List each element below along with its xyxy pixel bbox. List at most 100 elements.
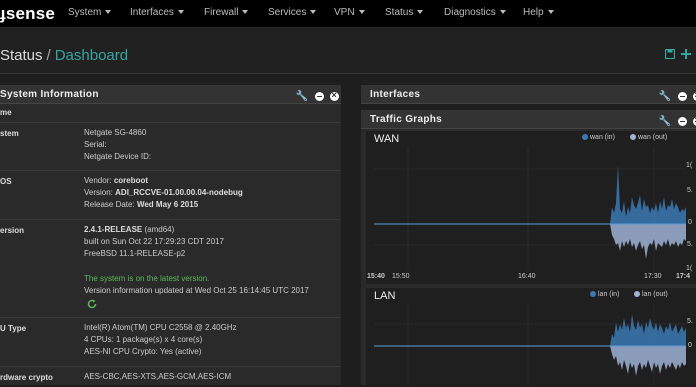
- y-tick: 1(: [686, 162, 693, 169]
- panel-title: System Information: [0, 89, 99, 100]
- y-tick: 5.: [687, 241, 693, 248]
- row-label: ersion: [0, 226, 25, 235]
- wrench-icon[interactable]: 🔧: [659, 116, 671, 127]
- wan-graph: WAN wan (in) wan (out) 1( 5. 0 5. 1( 15:…: [366, 131, 696, 284]
- chevron-down-icon: [310, 10, 317, 15]
- built-text: built on Sun Oct 22 17:29:23 CDT 2017: [84, 237, 224, 246]
- chevron-down-icon: [499, 10, 506, 15]
- wan-in-area: [610, 165, 686, 224]
- legend-dot-in: [582, 134, 588, 141]
- legend-wan-in[interactable]: wan (in): [582, 134, 615, 141]
- graph-title: LAN: [374, 290, 396, 302]
- row-name: me: [0, 104, 340, 123]
- minimize-icon[interactable]: [314, 92, 324, 102]
- breadcrumb-separator: /: [46, 47, 51, 64]
- panel-title: Traffic Graphs: [370, 114, 442, 125]
- system-information-panel: System Information 🔧 me stem Netgate SG-…: [0, 85, 341, 385]
- update-time-text: Version information updated at Wed Oct 2…: [84, 286, 309, 295]
- legend-lan-out[interactable]: lan (out): [634, 291, 668, 298]
- nav-help[interactable]: Help: [523, 7, 554, 18]
- vendor-line: Vendor: coreboot: [84, 176, 149, 185]
- lan-in-area: [610, 314, 686, 346]
- nav-status[interactable]: Status: [385, 7, 424, 18]
- minimize-icon[interactable]: [677, 117, 687, 127]
- x-tick: 15:50: [392, 273, 410, 280]
- interfaces-panel: Interfaces 🔧: [361, 85, 696, 104]
- device-id-text: Netgate Device ID:: [84, 152, 152, 161]
- panel-controls: 🔧: [296, 88, 339, 102]
- breadcrumb: Status / Dashboard: [0, 47, 128, 64]
- chevron-down-icon: [242, 10, 249, 15]
- chevron-down-icon: [417, 10, 424, 15]
- model-text: Netgate SG-4860: [84, 128, 147, 137]
- brand-logo[interactable]: ɟsense: [0, 4, 55, 24]
- wan-out-area: [610, 224, 686, 259]
- legend-dot-in: [590, 291, 596, 298]
- top-navbar: ɟsense System Interfaces Firewall Servic…: [0, 0, 696, 27]
- chevron-down-icon: [105, 10, 112, 15]
- y-tick: 5.: [687, 187, 693, 194]
- row-value: Netgate SG-4860 Serial: Netgate Device I…: [84, 127, 151, 163]
- panel-title: Interfaces: [370, 89, 421, 100]
- chevron-down-icon: [358, 10, 365, 15]
- y-tick: 1(: [686, 265, 693, 272]
- chevron-down-icon: [177, 10, 184, 15]
- row-label: OS: [0, 177, 12, 186]
- legend-lan-in[interactable]: lan (in): [590, 291, 619, 298]
- minimize-icon[interactable]: [677, 92, 687, 102]
- breadcrumb-dashboard[interactable]: Dashboard: [55, 47, 128, 64]
- wrench-icon[interactable]: 🔧: [296, 91, 308, 102]
- breadcrumb-status[interactable]: Status: [0, 47, 43, 64]
- save-icon[interactable]: [665, 49, 675, 59]
- row-value: Intel(R) Atom(TM) CPU C2558 @ 2.40GHz 4 …: [84, 322, 237, 358]
- freebsd-text: FreeBSD 11.1-RELEASE-p2: [84, 249, 186, 258]
- row-bios: OS Vendor: coreboot Version: ADI_RCCVE-0…: [0, 171, 340, 220]
- panel-controls: 🔧: [659, 88, 696, 102]
- legend-wan-out[interactable]: wan (out): [630, 134, 667, 141]
- page-header: Status / Dashboard: [0, 27, 696, 74]
- row-cpu-type: U Type Intel(R) Atom(TM) CPU C2558 @ 2.4…: [0, 318, 340, 367]
- legend-dot-out: [630, 134, 636, 141]
- panel-heading: Interfaces 🔧: [361, 85, 696, 104]
- nav-firewall[interactable]: Firewall: [204, 7, 249, 18]
- nav-vpn[interactable]: VPN: [334, 7, 365, 18]
- wrench-icon[interactable]: 🔧: [659, 91, 671, 102]
- y-tick: 0: [688, 219, 692, 226]
- panel-controls: 🔧: [659, 113, 696, 127]
- x-tick: 16:40: [518, 273, 536, 280]
- row-version: ersion 2.4.1-RELEASE (amd64) built on Su…: [0, 220, 340, 318]
- row-label: U Type: [0, 324, 27, 333]
- traffic-graphs-panel: Traffic Graphs 🔧 WAN wan (in) wan (out) …: [361, 110, 696, 385]
- nav-services[interactable]: Services: [268, 7, 317, 18]
- legend-dot-out: [634, 291, 640, 298]
- nav-diagnostics[interactable]: Diagnostics: [444, 7, 506, 18]
- nav-system[interactable]: System: [68, 7, 112, 18]
- aesni-text: AES-NI CPU Crypto: Yes (active): [84, 347, 202, 356]
- refresh-icon[interactable]: [87, 299, 97, 309]
- row-label: stem: [0, 129, 19, 138]
- lan-graph: LAN lan (in) lan (out) 5. 0: [366, 288, 696, 385]
- x-tick: 15:40: [367, 273, 385, 280]
- panel-heading: System Information 🔧: [0, 85, 341, 104]
- chevron-down-icon: [547, 10, 554, 15]
- row-label: me: [0, 108, 12, 117]
- crypto-text: AES-CBC,AES-XTS,AES-GCM,AES-ICM: [84, 372, 232, 381]
- x-tick: 17:30: [644, 273, 662, 280]
- serial-text: Serial:: [84, 140, 107, 149]
- cpu-model-text: Intel(R) Atom(TM) CPU C2558 @ 2.40GHz: [84, 323, 237, 332]
- version-line: Version: ADI_RCCVE-01.00.00.04-nodebug: [84, 188, 243, 197]
- lan-out-area: [610, 346, 686, 376]
- wan-chart-svg: [374, 147, 686, 271]
- add-widget-icon[interactable]: [681, 49, 691, 59]
- row-value: 2.4.1-RELEASE (amd64) built on Sun Oct 2…: [84, 224, 309, 313]
- row-value: Vendor: coreboot Version: ADI_RCCVE-01.0…: [84, 175, 243, 211]
- y-tick: 5.: [687, 318, 693, 325]
- row-label: rdware crypto: [0, 373, 53, 382]
- close-icon[interactable]: [330, 90, 339, 102]
- update-status-text: The system is on the latest version.: [84, 274, 210, 283]
- nav-interfaces[interactable]: Interfaces: [130, 7, 184, 18]
- x-tick: 17:4: [676, 273, 691, 280]
- row-system: stem Netgate SG-4860 Serial: Netgate Dev…: [0, 123, 340, 171]
- panel-heading: Traffic Graphs 🔧: [361, 110, 696, 129]
- cpu-count-text: 4 CPUs: 1 package(s) x 4 core(s): [84, 335, 203, 344]
